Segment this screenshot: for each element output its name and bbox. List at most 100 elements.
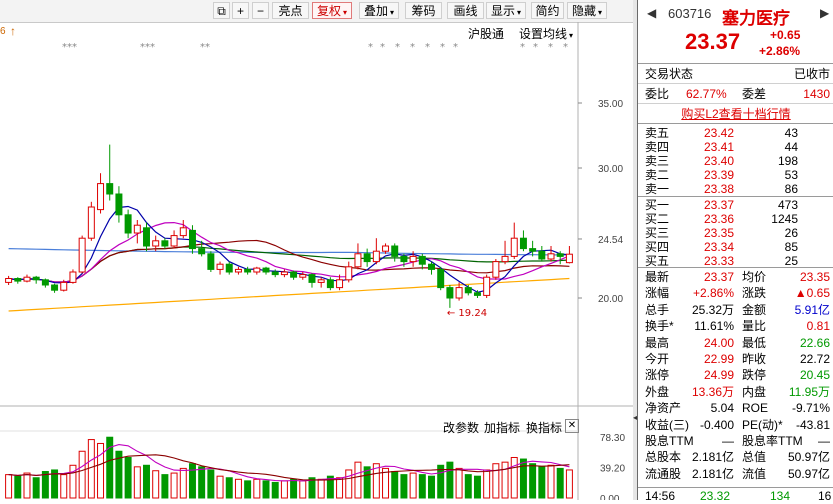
candle-body (115, 193, 123, 216)
volume-bar (519, 458, 527, 499)
wc-label: 委差 (742, 87, 767, 101)
prev-stock-icon[interactable]: ◀ (647, 6, 656, 20)
price-tick-label: 30.00 (598, 164, 623, 175)
stat-label: 股息率TTM (742, 434, 803, 448)
stat-label: 换手* (645, 319, 674, 334)
toolbar-button[interactable]: 筹码 (405, 2, 442, 19)
volume-bar (23, 472, 31, 499)
stat-row: 收益(三) -0.400 PE(动)* -43.81 (638, 417, 833, 433)
candle-body (326, 279, 334, 289)
candle-body (225, 263, 233, 273)
candle-body (179, 227, 187, 237)
limit-star-mark: * (520, 42, 525, 53)
tick-time: 14:56 (645, 489, 676, 503)
stat-row: 总手 25.32万 金额 5.91亿 (638, 302, 833, 318)
toolbar-button[interactable]: 显示 ▾ (486, 2, 526, 19)
chevron-down-icon: ▾ (598, 8, 603, 17)
close-icon[interactable]: ✕ (565, 419, 579, 433)
stat-value: 23.35 (799, 270, 830, 284)
switch-indicator-button[interactable]: 换指标 (526, 419, 562, 436)
candle-body (317, 279, 325, 283)
hgt-label[interactable]: 沪股通 (468, 25, 504, 42)
volume-bar (262, 480, 270, 499)
volume-tick-label: 39.20 (600, 463, 625, 474)
stat-value: 22.66 (799, 335, 830, 350)
toolbar-button[interactable]: ⧉ (213, 2, 230, 19)
add-indicator-button[interactable]: 加指标 (484, 419, 520, 436)
toolbar-button[interactable]: 亮点 (272, 2, 309, 19)
stat-value: 5.04 (710, 401, 734, 416)
stat-row: 净资产 5.04 ROE -9.71% (638, 400, 833, 416)
stat-label: 跌停 (742, 368, 767, 383)
candle-body (280, 271, 288, 276)
limit-star-mark: * (410, 42, 415, 53)
toolbar-button-label: 简约 (535, 4, 560, 18)
stat-value: 22.72 (799, 352, 830, 366)
volume-bar (133, 466, 141, 499)
volume-bar (446, 461, 454, 499)
toolbar-button[interactable]: 隐藏 ▾ (567, 2, 607, 19)
volume-bar (391, 471, 399, 499)
wb-label: 委比 (645, 87, 670, 101)
limit-star-mark: ** (200, 42, 210, 53)
tick-volume: 134 (770, 489, 791, 503)
tick-row: 14:56 23.32 134 16 (638, 488, 833, 504)
stat-label: ROE (742, 401, 769, 416)
volume-tick-label: 0.00 (600, 494, 620, 500)
toolbar-button[interactable]: 画线 (447, 2, 484, 19)
volume-bar (483, 469, 491, 499)
volume-bar (41, 471, 49, 499)
toolbar-button-label: 亮点 (278, 4, 303, 18)
price-tick-label: 20.00 (598, 294, 623, 305)
stock-code: 603716 (668, 6, 712, 21)
stat-value: +2.86% (692, 286, 734, 301)
volume-bar (455, 467, 463, 499)
volume-bar (354, 461, 362, 499)
l2-link[interactable]: 购买L2查看十档行情 (681, 107, 790, 121)
limit-star-mark: * (453, 42, 458, 53)
volume-bar (280, 480, 288, 499)
toolbar-button[interactable]: − (252, 2, 269, 19)
candle-body (290, 271, 298, 278)
kline-chart[interactable]: 35.00 30.00 24.54 20.00 78.30 39.20 0.00 *** ***… (0, 22, 636, 500)
toolbar-button[interactable]: 叠加 ▾ (359, 2, 399, 19)
stat-row: 涨停 24.99 跌停 20.45 (638, 367, 833, 383)
candle-body (133, 224, 141, 234)
volume-bar (492, 463, 500, 499)
price-change-pct: +2.86% (759, 44, 801, 58)
edit-params-button[interactable]: 改参数 (443, 419, 479, 436)
stat-label: 涨幅 (645, 286, 670, 301)
candle-body (391, 245, 399, 257)
candle-body (41, 279, 49, 286)
candle-body (161, 240, 169, 247)
stat-row: 最高 24.00 最低 22.66 (638, 335, 833, 351)
candle-body (354, 253, 362, 268)
low-price-marker: ← 19.24 (447, 308, 487, 319)
toolbar-button-label: 隐藏 (571, 4, 596, 18)
ask-row[interactable]: 卖一 23.38 86 (638, 181, 833, 197)
stat-label: 收益(三) (645, 417, 689, 432)
candle-body (446, 287, 454, 299)
toolbar-button[interactable]: + (232, 2, 249, 19)
limit-star-mark: * (380, 42, 385, 53)
limit-star-mark: * (368, 42, 373, 53)
stat-label: 量比 (742, 319, 767, 334)
next-stock-icon[interactable]: ▶ (820, 6, 829, 20)
price-tick-label: 24.54 (598, 235, 623, 246)
candle-body (87, 206, 95, 239)
level-price: 23.38 (704, 182, 735, 196)
settings-ma-button[interactable]: 设置均线 ▾ (519, 25, 573, 42)
stat-label: 股息TTM (645, 434, 694, 448)
toolbar-button-label: ⧉ (217, 4, 226, 18)
candle-body (207, 253, 215, 270)
volume-bar (428, 475, 435, 499)
toolbar-button[interactable]: 复权 ▾ (312, 2, 352, 19)
stat-label: 流通股 (645, 466, 682, 481)
toolbar-button[interactable]: 简约 (531, 2, 564, 19)
volume-bar (207, 469, 215, 499)
stat-row: 股息TTM — 股息率TTM — (638, 433, 833, 449)
stat-value: 24.00 (703, 335, 734, 350)
stat-label: PE(动)* (742, 417, 783, 432)
candle-body (198, 248, 206, 255)
candle-body (565, 253, 573, 264)
